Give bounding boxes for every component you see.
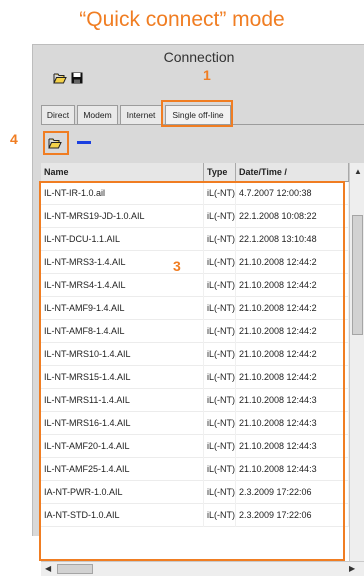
vertical-scroll-thumb[interactable] <box>352 215 363 335</box>
callout-3-highlight <box>39 181 345 561</box>
page-heading: “Quick connect” mode <box>79 8 285 31</box>
minus-icon[interactable] <box>77 141 91 144</box>
panel-title: Connection <box>163 49 235 65</box>
vertical-scrollbar[interactable]: ▲ <box>349 163 364 561</box>
callout-3: 3 <box>173 258 181 274</box>
browse-folder-icon[interactable] <box>48 136 62 154</box>
scroll-right-arrow-icon[interactable]: ▶ <box>349 564 355 574</box>
tab-direct[interactable]: Direct <box>41 105 75 124</box>
horizontal-scroll-thumb[interactable] <box>57 564 93 574</box>
callout-1: 1 <box>203 67 211 83</box>
tab-internet[interactable]: Internet <box>120 105 162 124</box>
column-header-datetime[interactable]: Date/Time / <box>236 163 349 181</box>
folder-open-icon[interactable] <box>53 71 67 89</box>
scroll-left-arrow-icon[interactable]: ◀ <box>45 564 51 574</box>
callout-4: 4 <box>10 131 18 147</box>
connection-panel: Connection 1 Direct Modem Internet Singl… <box>32 44 364 576</box>
floppy-disk-icon[interactable] <box>71 71 83 89</box>
scroll-up-arrow-icon[interactable]: ▲ <box>354 167 362 177</box>
horizontal-scrollbar[interactable]: ◀ ▶ <box>41 561 364 576</box>
column-header-type[interactable]: Type <box>204 163 236 181</box>
column-header-name[interactable]: Name <box>41 163 204 181</box>
tab-modem[interactable]: Modem <box>77 105 118 124</box>
callout-1-highlight <box>161 100 233 127</box>
table-header: Name Type Date/Time / <box>41 163 364 182</box>
